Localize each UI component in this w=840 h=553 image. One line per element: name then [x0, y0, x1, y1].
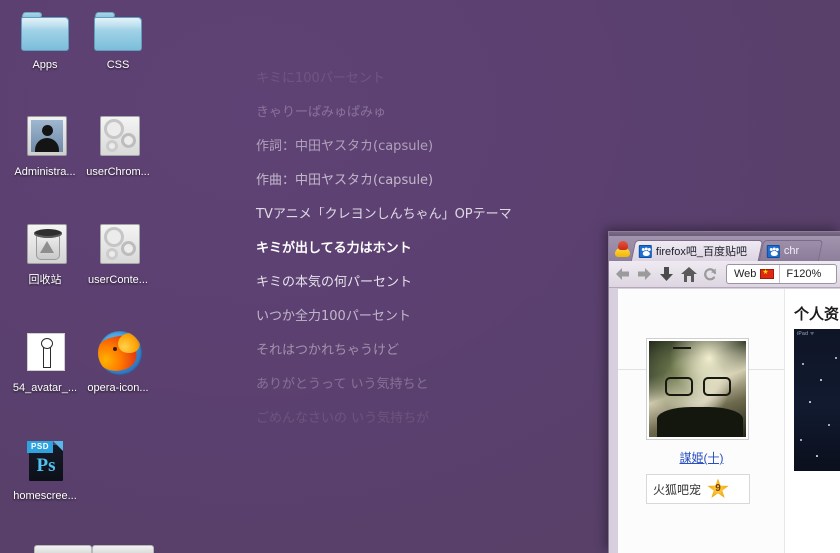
firefox-icon	[94, 329, 142, 377]
desktop-icon-recycle-bin[interactable]: 回收站	[6, 221, 84, 287]
tab-label: chr	[784, 245, 799, 257]
reload-icon	[703, 267, 718, 282]
tab-strip[interactable]: firefox吧_百度贴吧 chr	[609, 236, 840, 261]
page-content[interactable]: 謀姫(十) 火狐吧宠 9 个人资 iPad ᯤ	[618, 289, 840, 553]
desktop-icon-css[interactable]: CSS	[79, 6, 157, 72]
user-account-icon	[21, 113, 69, 161]
desktop-icon-label: 54_avatar_...	[6, 382, 84, 395]
zoom-level-indicator: F120%	[780, 268, 821, 280]
reload-button[interactable]	[700, 264, 721, 285]
back-arrow-icon	[615, 267, 630, 281]
forward-button[interactable]	[634, 264, 655, 285]
tab-chrome[interactable]: chr	[759, 240, 823, 261]
badge-level: 9	[707, 483, 729, 494]
folder-icon	[94, 6, 142, 54]
lyrics-line: 作詞：中田ヤスタカ(capsule)	[256, 130, 596, 164]
desktop-icon-apps[interactable]: Apps	[6, 6, 84, 72]
desktop-icon-userchrome[interactable]: userChrom...	[79, 113, 157, 179]
firefox-browser-window[interactable]: firefox吧_百度贴吧 chr	[608, 231, 840, 553]
desktop-icon-label: Administra...	[6, 166, 84, 179]
image-thumbnail-icon	[21, 329, 69, 377]
recycle-bin-icon	[21, 221, 69, 269]
tab-firefox-baidu-tieba[interactable]: firefox吧_百度贴吧	[631, 240, 763, 261]
lyrics-line: TVアニメ「クレヨンしんちゃん」OPテーマ	[256, 198, 596, 232]
lyrics-line: ごめんなさいの いう気持ちが	[256, 402, 596, 436]
download-arrow-icon	[659, 267, 674, 282]
taskbar-item[interactable]	[92, 545, 154, 553]
star-level-icon: 9	[707, 479, 729, 500]
search-engine-selector[interactable]: Web	[727, 265, 780, 283]
downloads-button[interactable]	[656, 264, 677, 285]
profile-left-panel: 謀姫(十) 火狐吧宠 9	[618, 289, 785, 553]
profile-username-link[interactable]: 謀姫(十)	[618, 449, 785, 466]
firefox-app-button[interactable]	[611, 238, 633, 260]
desktop-icon-label: userChrom...	[79, 166, 157, 179]
desktop-icon-opera-icon[interactable]: opera-icon...	[79, 329, 157, 395]
desktop[interactable]: Apps CSS Administra... userChrom... 回收站 …	[0, 0, 840, 553]
folder-icon	[21, 6, 69, 54]
desktop-icon-label: Apps	[6, 59, 84, 72]
taskbar-peek	[0, 545, 608, 553]
lyrics-line: ありがとうって いう気持ちと	[256, 368, 596, 402]
lyrics-line: キミの本気の何パーセント	[256, 266, 596, 300]
desktop-icon-avatar-image[interactable]: 54_avatar_...	[6, 329, 84, 395]
section-heading: 个人资	[794, 303, 839, 324]
gears-icon	[94, 221, 142, 269]
profile-avatar[interactable]	[646, 338, 749, 440]
baidu-paw-icon	[767, 245, 780, 258]
lyrics-line: いつか全力100パーセント	[256, 300, 596, 334]
lyrics-overlay: キミに100パーセント きゃりーぱみゅぱみゅ 作詞：中田ヤスタカ(capsule…	[256, 62, 596, 436]
china-flag-icon	[760, 269, 774, 279]
desktop-icon-label: opera-icon...	[79, 382, 157, 395]
tab-label: firefox吧_百度贴吧	[656, 243, 747, 259]
baidu-paw-icon	[639, 245, 652, 258]
badge-label: 火狐吧宠	[653, 481, 701, 498]
desktop-icon-label: 回收站	[6, 274, 84, 287]
desktop-icon-usercontent[interactable]: userConte...	[79, 221, 157, 287]
search-engine-label: Web	[734, 268, 756, 280]
forward-arrow-icon	[637, 267, 652, 281]
lyrics-line-current: キミが出してる力はホント	[256, 232, 596, 266]
gears-icon	[94, 113, 142, 161]
taskbar-item[interactable]	[34, 545, 92, 553]
lyrics-line: きゃりーぱみゅぱみゅ	[256, 96, 596, 130]
profile-right-column: 个人资 iPad ᯤ	[794, 289, 840, 553]
home-icon	[681, 267, 697, 282]
desktop-icon-label: userConte...	[79, 274, 157, 287]
psd-tag: PSD	[27, 441, 53, 453]
screenshot-thumbnail[interactable]: iPad ᯤ	[794, 329, 840, 471]
desktop-icon-administrator[interactable]: Administra...	[6, 113, 84, 179]
lyrics-line: キミに100パーセント	[256, 62, 596, 96]
navigation-toolbar[interactable]: Web F120%	[609, 261, 840, 288]
profile-badge[interactable]: 火狐吧宠 9	[646, 474, 750, 504]
photoshop-psd-icon: Ps PSD	[21, 437, 69, 485]
psd-glyph: Ps	[29, 455, 63, 477]
desktop-icon-label: CSS	[79, 59, 157, 72]
lyrics-line: 作曲：中田ヤスタカ(capsule)	[256, 164, 596, 198]
search-bar[interactable]: Web F120%	[726, 264, 837, 284]
desktop-icon-homescreen-psd[interactable]: Ps PSD homescree...	[6, 437, 84, 503]
lyrics-line: それはつかれちゃうけど	[256, 334, 596, 368]
home-button[interactable]	[678, 264, 699, 285]
back-button[interactable]	[612, 264, 633, 285]
desktop-icon-label: homescree...	[6, 490, 84, 503]
